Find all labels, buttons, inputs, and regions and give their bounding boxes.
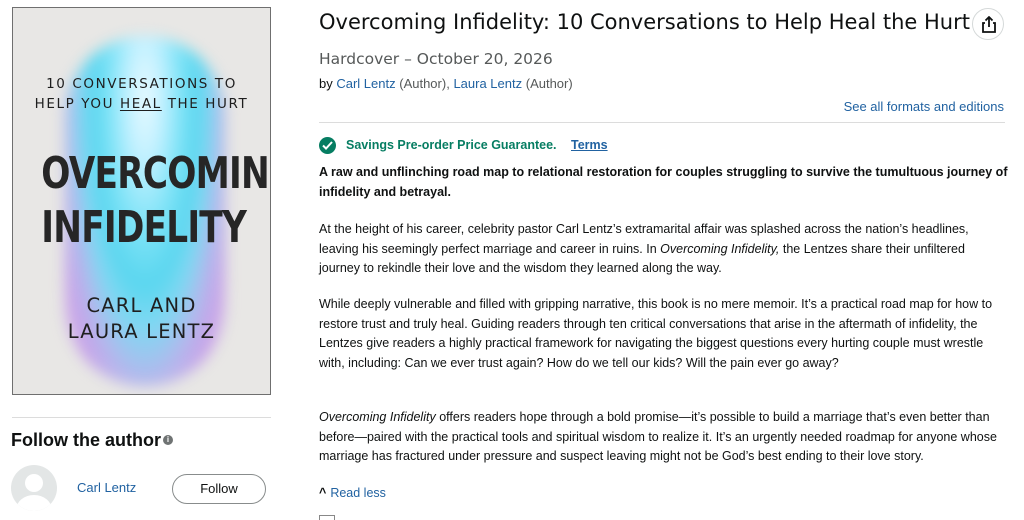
byline: by Carl Lentz (Author), Laura Lentz (Aut…	[319, 76, 573, 91]
format-and-date: Hardcover – October 20, 2026	[319, 50, 553, 68]
follow-author-name-link[interactable]: Carl Lentz	[77, 480, 136, 495]
chevron-up-icon: ^	[319, 486, 327, 500]
avatar-head-shape	[25, 474, 43, 492]
guarantee-text: Savings Pre-order Price Guarantee.	[346, 138, 557, 152]
section-divider	[12, 417, 271, 418]
author-link-laura[interactable]: Laura Lentz	[453, 76, 522, 91]
description-paragraph: Overcoming Infidelity offers readers hop…	[319, 410, 997, 463]
share-icon	[982, 16, 996, 33]
terms-link[interactable]: Terms	[571, 138, 608, 152]
cover-author-line2: LAURA LENTZ	[67, 320, 216, 343]
section-divider	[319, 122, 1005, 123]
author-role: (Author)	[525, 76, 573, 91]
book-cover-image[interactable]: 10 CONVERSATIONS TO HELP YOU HEAL THE HU…	[12, 7, 271, 395]
follow-author-heading: Follow the author i	[11, 430, 173, 451]
cover-author-line1: CARL AND	[86, 294, 197, 317]
cover-subtitle-line2: HELP YOU HEAL THE HURT	[34, 96, 249, 112]
author-link-carl[interactable]: Carl Lentz	[336, 76, 395, 91]
description-lead: A raw and unflinching road map to relati…	[319, 165, 1008, 199]
description-paragraph: While deeply vulnerable and filled with …	[319, 297, 993, 370]
description-paragraph: At the height of his career, celebrity p…	[319, 222, 969, 275]
byline-by: by	[319, 76, 333, 91]
read-less-link[interactable]: ^ Read less	[319, 486, 386, 500]
follow-button[interactable]: Follow	[172, 474, 266, 504]
info-icon[interactable]: i	[163, 435, 173, 446]
author-role: (Author),	[399, 76, 450, 91]
check-circle-icon	[319, 137, 336, 154]
product-title: Overcoming Infidelity: 10 Conversations …	[319, 10, 970, 34]
cover-title-line2: INFIDELITY	[41, 202, 247, 253]
share-button[interactable]	[972, 8, 1004, 40]
checkbox-stub[interactable]	[319, 515, 335, 520]
cover-subtitle-line1: 10 CONVERSATIONS TO	[46, 76, 237, 92]
avatar[interactable]	[11, 465, 57, 511]
cover-title-line1: OVERCOMING	[41, 148, 271, 199]
avatar-body-shape	[16, 495, 52, 511]
see-all-formats-link[interactable]: See all formats and editions	[844, 99, 1004, 114]
